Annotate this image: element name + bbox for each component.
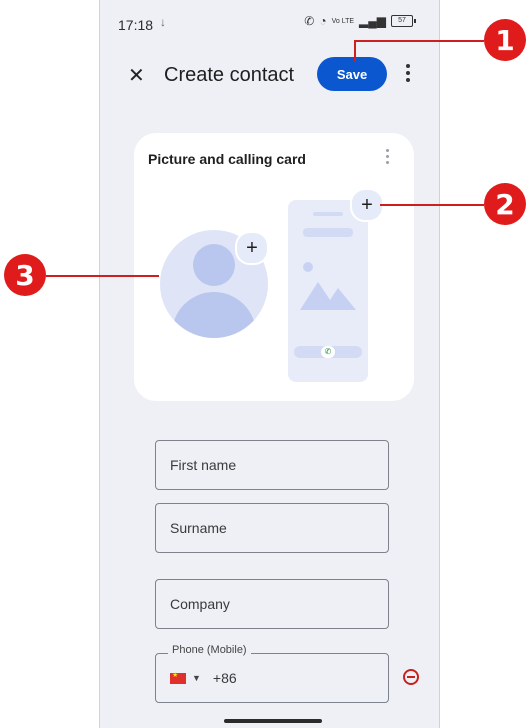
first-name-field[interactable]: First name: [155, 440, 389, 490]
picture-calling-card: Picture and calling card + ✆ +: [134, 133, 414, 401]
phone-field[interactable]: ▼ +86: [155, 653, 389, 703]
phone-label: Phone (Mobile): [168, 644, 251, 656]
more-options-icon[interactable]: [404, 64, 412, 86]
add-calling-card-button[interactable]: +: [350, 188, 384, 222]
add-picture-button[interactable]: +: [235, 231, 269, 265]
chevron-down-icon[interactable]: ▼: [192, 673, 201, 683]
card-preview-bar: [303, 228, 353, 237]
app-bar: ✕ Create contact Save: [100, 52, 439, 100]
china-flag-icon[interactable]: [170, 671, 186, 684]
avatar-head: [193, 244, 235, 286]
remove-phone-icon[interactable]: [403, 669, 419, 685]
status-icons: ✆ ◔ Vo LTE ▂▄▆ 57: [304, 14, 416, 28]
company-field[interactable]: Company: [155, 579, 389, 629]
phone-country-code: +86: [212, 670, 237, 686]
callout-line: [354, 40, 484, 42]
callout-line: [46, 275, 159, 277]
card-preview-dot: [303, 262, 313, 272]
callout-line: [354, 40, 356, 62]
mountain-icon: [300, 282, 356, 310]
signal-icon: ▂▄▆: [359, 14, 386, 28]
avatar-body: [172, 292, 256, 338]
home-indicator: [224, 719, 322, 723]
battery-icon: 57: [391, 15, 416, 27]
card-preview-bar: [313, 212, 343, 216]
download-icon: ↓: [160, 15, 166, 29]
callout-badge-3: 3: [4, 254, 46, 296]
vibrate-icon: ✆: [304, 14, 315, 28]
card-title: Picture and calling card: [148, 151, 306, 167]
surname-field[interactable]: Surname: [155, 503, 389, 553]
wifi-icon: ◔: [319, 14, 327, 28]
callout-badge-1: 1: [484, 19, 526, 61]
status-bar: 17:18 ↓ ✆ ◔ Vo LTE ▂▄▆ 57: [100, 0, 439, 44]
save-button[interactable]: Save: [317, 57, 387, 91]
status-time: 17:18: [118, 17, 154, 33]
close-icon[interactable]: ✕: [128, 63, 145, 88]
card-more-icon[interactable]: [384, 149, 390, 167]
phone-screen: 17:18 ↓ ✆ ◔ Vo LTE ▂▄▆ 57 ✕ Create conta…: [99, 0, 440, 728]
callout-line: [380, 204, 484, 206]
callout-badge-2: 2: [484, 183, 526, 225]
phone-call-icon: ✆: [321, 346, 335, 358]
calling-card-preview[interactable]: ✆: [288, 200, 368, 382]
lte-icon: Vo LTE: [331, 17, 355, 25]
page-title: Create contact: [164, 64, 295, 86]
